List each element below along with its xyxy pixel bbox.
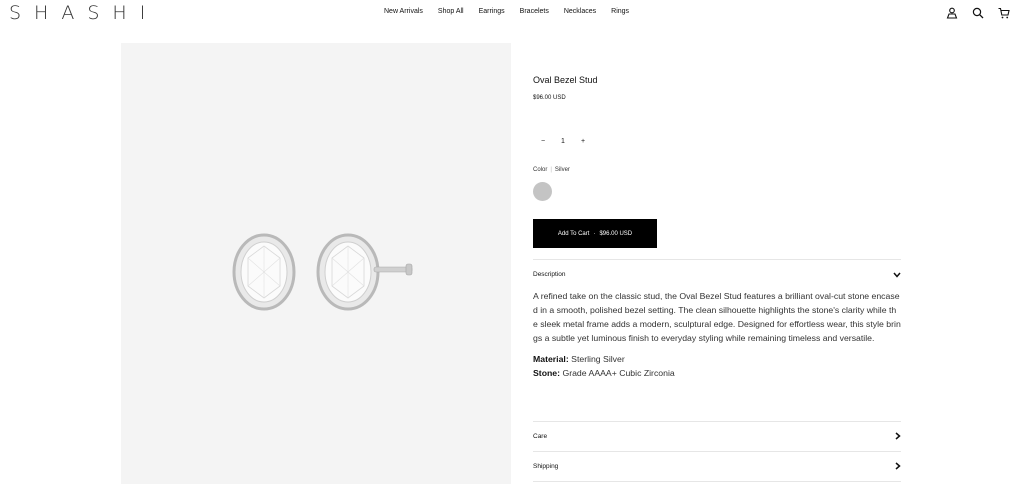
shipping-toggle[interactable]: Shipping (533, 452, 901, 481)
search-icon[interactable] (972, 6, 984, 19)
nav-new-arrivals[interactable]: New Arrivals (384, 8, 423, 15)
color-swatch-silver[interactable] (533, 182, 552, 201)
product-image[interactable] (121, 43, 511, 484)
site-header: SHASHI New Arrivals Shop All Earrings Br… (0, 0, 1024, 26)
nav-rings[interactable]: Rings (611, 8, 629, 15)
color-label-text: Color (533, 167, 548, 173)
qty-plus-button[interactable]: + (573, 138, 593, 145)
product-title: Oval Bezel Stud (533, 75, 598, 85)
chevron-right-icon (895, 431, 901, 442)
product-price: $96.00 USD (533, 95, 566, 101)
material-value: Sterling Silver (571, 354, 625, 364)
description-toggle[interactable]: Description (533, 260, 901, 289)
chevron-right-icon (895, 461, 901, 472)
cart-icon[interactable] (998, 6, 1010, 19)
chevron-down-icon (893, 270, 901, 280)
qty-value[interactable]: 1 (553, 138, 573, 145)
color-value: Silver (554, 167, 570, 173)
stone-value: Grade AAAA+ Cubic Zirconia (562, 368, 675, 378)
nav-earrings[interactable]: Earrings (479, 8, 505, 15)
add-to-cart-button[interactable]: Add To Cart · $96.00 USD (533, 219, 657, 248)
add-to-cart-label: Add To Cart (557, 230, 590, 237)
header-icons (946, 6, 1010, 19)
stone-label: Stone: (533, 368, 561, 378)
nav-shop-all[interactable]: Shop All (438, 8, 464, 15)
care-label: Care (533, 433, 548, 440)
care-section: Care (533, 421, 901, 451)
product-specs: Material: Sterling Silver Stone: Grade A… (533, 352, 901, 380)
color-label: Color | Silver (533, 167, 570, 173)
shipping-section: Shipping (533, 451, 901, 482)
quantity-stepper: − 1 + (533, 138, 593, 145)
nav-necklaces[interactable]: Necklaces (564, 8, 596, 15)
account-icon[interactable] (946, 6, 958, 19)
add-to-cart-price: $96.00 USD (599, 230, 633, 237)
add-to-cart-sep: · (593, 230, 596, 237)
earring-image (232, 233, 413, 311)
care-toggle[interactable]: Care (533, 422, 901, 451)
description-label: Description (533, 271, 566, 278)
brand-logo[interactable]: SHASHI (9, 2, 158, 24)
main-nav: New Arrivals Shop All Earrings Bracelets… (384, 8, 644, 15)
shipping-label: Shipping (533, 463, 559, 470)
description-text: A refined take on the classic stud, the … (533, 291, 901, 343)
qty-minus-button[interactable]: − (533, 138, 553, 145)
material-label: Material: (533, 354, 569, 364)
nav-bracelets[interactable]: Bracelets (520, 8, 549, 15)
description-section: Description A refined take on the classi… (533, 259, 901, 380)
